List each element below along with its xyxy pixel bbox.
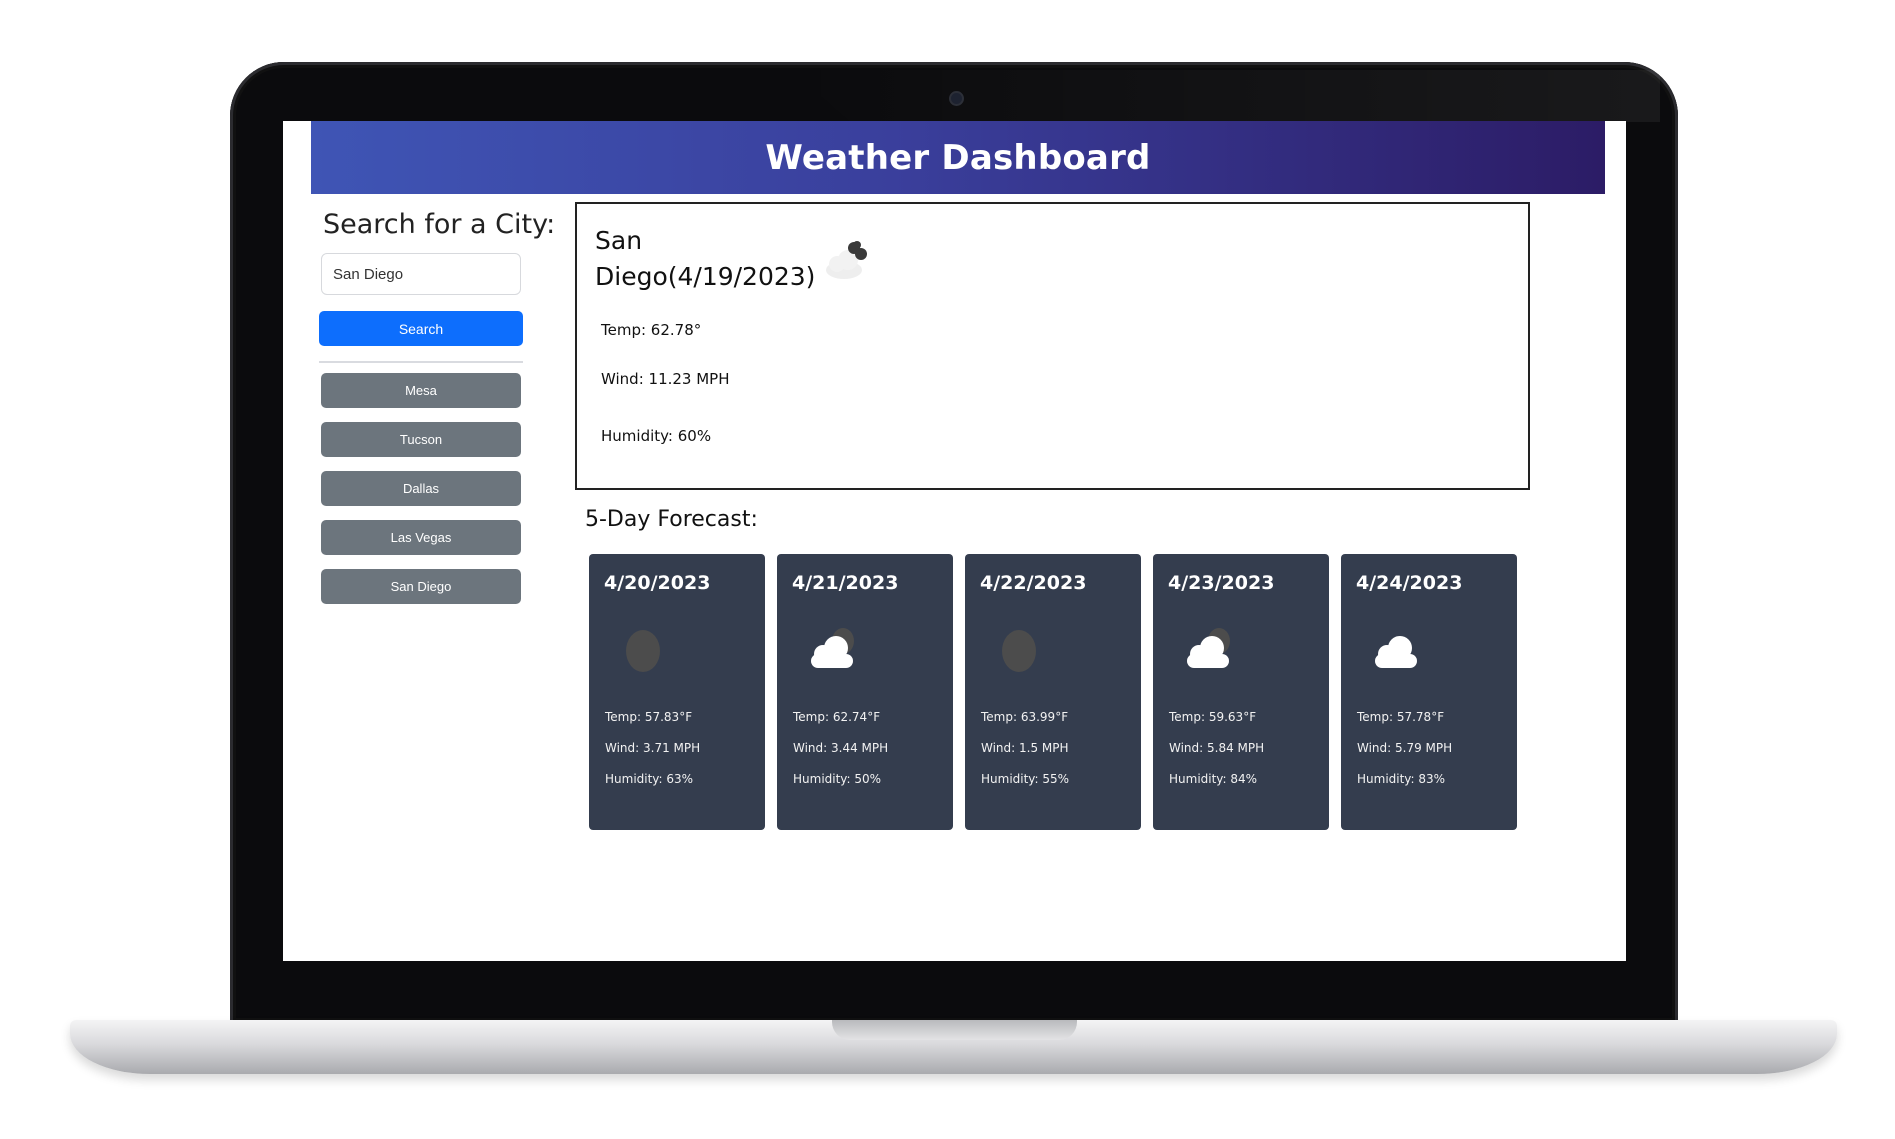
current-city-line1: San bbox=[595, 226, 643, 255]
forecast-humidity: Humidity: 50% bbox=[793, 772, 882, 786]
search-heading: Search for a City: bbox=[323, 209, 556, 240]
current-city-line2: Diego(4/19/2023) bbox=[595, 262, 816, 291]
forecast-wind: Wind: 5.84 MPH bbox=[1169, 741, 1265, 755]
sidebar-divider bbox=[319, 361, 523, 363]
city-search-input[interactable] bbox=[321, 253, 521, 295]
webcam-icon bbox=[951, 93, 962, 104]
forecast-wind: Wind: 3.44 MPH bbox=[793, 741, 889, 755]
screen: Weather Dashboard Search for a City: Sea… bbox=[283, 121, 1626, 961]
forecast-date: 4/24/2023 bbox=[1356, 572, 1463, 594]
forecast-humidity: Humidity: 83% bbox=[1357, 772, 1446, 786]
current-weather-card: San Diego(4/19/2023) Temp: 62.78° Wind: … bbox=[575, 202, 1530, 490]
search-button[interactable]: Search bbox=[319, 311, 523, 346]
forecast-humidity: Humidity: 55% bbox=[981, 772, 1070, 786]
cloud-night-icon bbox=[826, 241, 867, 279]
forecast-temp: Temp: 59.63°F bbox=[1169, 710, 1257, 724]
history-button-las-vegas[interactable]: Las Vegas bbox=[321, 520, 521, 555]
forecast-card: 4/21/2023 Temp: 62.74°F Wind: 3.44 MPH H… bbox=[777, 554, 953, 830]
forecast-date: 4/21/2023 bbox=[792, 572, 899, 594]
cloud-icon bbox=[811, 628, 854, 668]
forecast-date: 4/22/2023 bbox=[980, 572, 1087, 594]
forecast-card: 4/20/2023 Temp: 57.83°F Wind: 3.71 MPH H… bbox=[589, 554, 765, 830]
forecast-humidity: Humidity: 63% bbox=[605, 772, 694, 786]
current-humidity: Humidity: 60% bbox=[601, 427, 712, 445]
forecast-humidity: Humidity: 84% bbox=[1169, 772, 1258, 786]
history-button-san-diego[interactable]: San Diego bbox=[321, 569, 521, 604]
forecast-temp: Temp: 57.83°F bbox=[605, 710, 693, 724]
forecast-date: 4/23/2023 bbox=[1168, 572, 1275, 594]
forecast-card: 4/23/2023 Temp: 59.63°F Wind: 5.84 MPH H… bbox=[1153, 554, 1329, 830]
forecast-wind: Wind: 3.71 MPH bbox=[605, 741, 701, 755]
moon-icon bbox=[626, 630, 660, 672]
forecast-temp: Temp: 63.99°F bbox=[981, 710, 1069, 724]
forecast-card: 4/22/2023 Temp: 63.99°F Wind: 1.5 MPH Hu… bbox=[965, 554, 1141, 830]
cloud-icon bbox=[1187, 628, 1230, 668]
forecast-wind: Wind: 1.5 MPH bbox=[981, 741, 1069, 755]
current-temp: Temp: 62.78° bbox=[601, 321, 702, 339]
laptop-notch bbox=[832, 1020, 1077, 1040]
forecast-date: 4/20/2023 bbox=[604, 572, 711, 594]
current-city-title: San Diego(4/19/2023) bbox=[595, 223, 816, 295]
page-title: Weather Dashboard bbox=[765, 137, 1151, 178]
current-wind: Wind: 11.23 MPH bbox=[601, 370, 730, 388]
forecast-heading: 5-Day Forecast: bbox=[585, 507, 758, 532]
cloud-icon bbox=[1375, 636, 1417, 668]
forecast-temp: Temp: 62.74°F bbox=[793, 710, 881, 724]
forecast-card: 4/24/2023 Temp: 57.78°F Wind: 5.79 MPH H… bbox=[1341, 554, 1517, 830]
app-header: Weather Dashboard bbox=[311, 121, 1605, 194]
forecast-temp: Temp: 57.78°F bbox=[1357, 710, 1445, 724]
forecast-wind: Wind: 5.79 MPH bbox=[1357, 741, 1453, 755]
history-button-tucson[interactable]: Tucson bbox=[321, 422, 521, 457]
history-button-mesa[interactable]: Mesa bbox=[321, 373, 521, 408]
history-button-dallas[interactable]: Dallas bbox=[321, 471, 521, 506]
moon-icon bbox=[1002, 630, 1036, 672]
lid-reflection bbox=[790, 70, 1660, 122]
